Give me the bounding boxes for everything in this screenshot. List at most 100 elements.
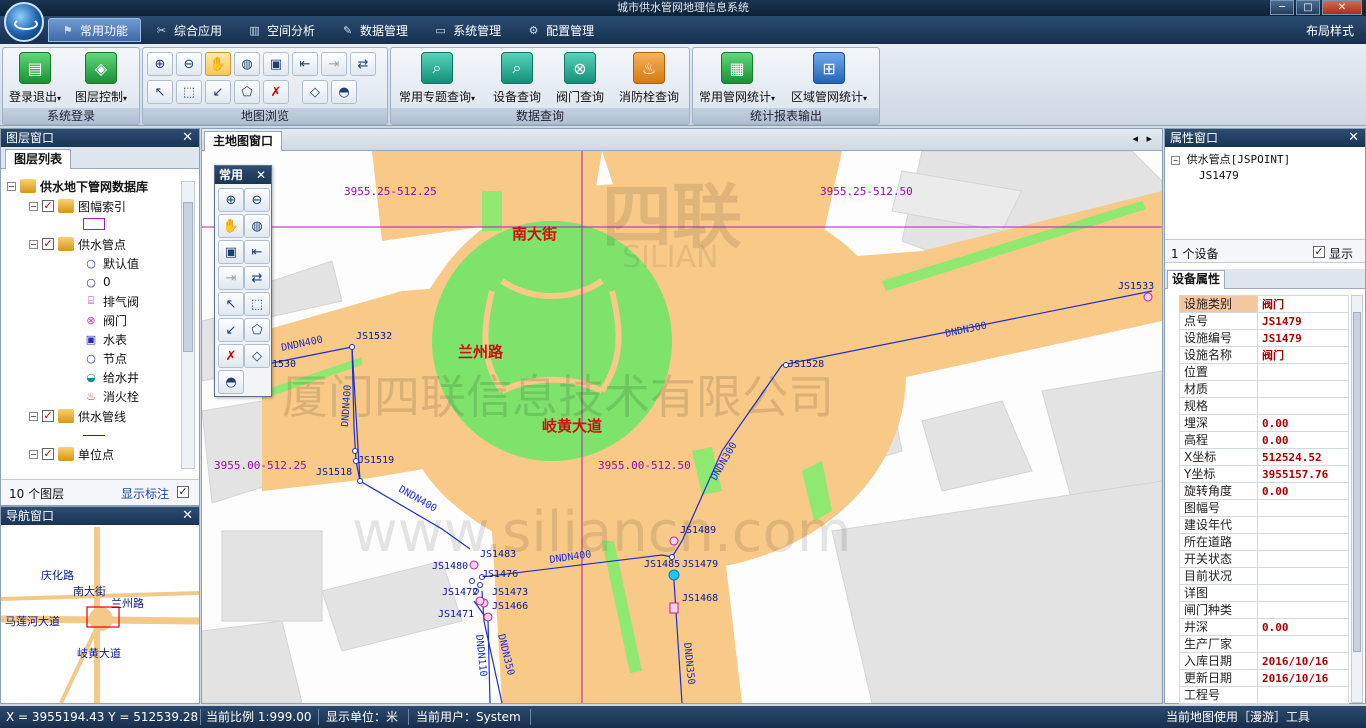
measure-distance-icon[interactable]: ◇: [302, 80, 328, 104]
property-row[interactable]: 开关状态: [1179, 550, 1349, 568]
property-row[interactable]: 目前状况: [1179, 567, 1349, 585]
close-icon[interactable]: ✕: [256, 166, 266, 184]
property-value[interactable]: [1257, 516, 1349, 534]
previous-view-icon[interactable]: ⇤: [244, 240, 270, 264]
hydrant-query-button[interactable]: ♨ 消防栓查询: [619, 52, 679, 105]
layer-lines[interactable]: − ✓ 供水管线: [29, 407, 126, 425]
property-row[interactable]: 埋深 0.00: [1179, 414, 1349, 432]
tab-device-properties[interactable]: 设备属性: [1167, 270, 1226, 289]
property-scrollbar[interactable]: [1351, 295, 1363, 703]
select-arrow-icon[interactable]: ↖: [218, 292, 244, 316]
property-value[interactable]: 阀门: [1257, 295, 1349, 313]
property-value[interactable]: [1257, 601, 1349, 619]
overview-map[interactable]: 庆化路 南大街 兰州路 马莲河大道 岐黄大道: [1, 527, 199, 703]
property-row[interactable]: 生产厂家: [1179, 635, 1349, 653]
refresh-icon[interactable]: ⇄: [244, 266, 270, 290]
region-network-stats-button[interactable]: ⊞ 区域管网统计▾: [791, 52, 867, 105]
close-icon[interactable]: ✕: [182, 507, 193, 525]
device-query-button[interactable]: ⌕ 设备查询: [493, 52, 541, 105]
box-select-icon[interactable]: ⬚: [176, 80, 202, 104]
tab-prev-icon[interactable]: ◂: [1132, 132, 1138, 145]
logout-button[interactable]: ▤ 登录退出▾: [9, 52, 61, 105]
property-row[interactable]: 工程号: [1179, 686, 1349, 704]
clear-selection-icon[interactable]: ✗: [263, 80, 289, 104]
property-row[interactable]: 详图: [1179, 584, 1349, 602]
full-extent-icon[interactable]: ▣: [218, 240, 244, 264]
property-row[interactable]: 材质: [1179, 380, 1349, 398]
layer-units[interactable]: − ✓ 单位点: [29, 445, 114, 463]
property-value[interactable]: [1257, 380, 1349, 398]
property-value[interactable]: [1257, 635, 1349, 653]
property-row[interactable]: 井深 0.00: [1179, 618, 1349, 636]
property-value[interactable]: JS1479: [1257, 329, 1349, 347]
property-value[interactable]: [1257, 363, 1349, 381]
zoom-in-icon[interactable]: ⊕: [147, 52, 173, 76]
globe-icon[interactable]: ◍: [234, 52, 260, 76]
property-value[interactable]: 3955157.76: [1257, 465, 1349, 483]
pan-hand-icon[interactable]: ✋: [205, 52, 231, 76]
property-row[interactable]: 位置: [1179, 363, 1349, 381]
property-row[interactable]: 点号 JS1479: [1179, 312, 1349, 330]
tab-integrated-apps[interactable]: ✂ 综合应用: [143, 18, 234, 42]
select-arrow-icon[interactable]: ↖: [147, 80, 173, 104]
property-value[interactable]: 0.00: [1257, 414, 1349, 432]
tab-data-management[interactable]: ✎ 数据管理: [329, 18, 420, 42]
tab-main-map[interactable]: 主地图窗口: [204, 131, 283, 151]
property-row[interactable]: 旋转角度 0.00: [1179, 482, 1349, 500]
layout-style-menu[interactable]: 布局样式: [1306, 22, 1354, 39]
property-value[interactable]: 阀门: [1257, 346, 1349, 364]
minimize-button[interactable]: ─: [1270, 0, 1294, 15]
property-row[interactable]: X坐标 512524.52: [1179, 448, 1349, 466]
show-checkbox[interactable]: ✓: [1313, 246, 1325, 258]
polygon-select-icon[interactable]: ⬠: [244, 318, 270, 342]
property-value[interactable]: [1257, 584, 1349, 602]
property-row[interactable]: 入库日期 2016/10/16: [1179, 652, 1349, 670]
zoom-out-icon[interactable]: ⊖: [244, 188, 270, 212]
device-tree-item[interactable]: JS1479: [1171, 169, 1290, 182]
property-value[interactable]: [1257, 567, 1349, 585]
full-extent-icon[interactable]: ▣: [263, 52, 289, 76]
box-select-icon[interactable]: ⬚: [244, 292, 270, 316]
property-value[interactable]: 2016/10/16: [1257, 652, 1349, 670]
property-value[interactable]: [1257, 550, 1349, 568]
line-select-icon[interactable]: ↙: [205, 80, 231, 104]
property-value[interactable]: [1257, 499, 1349, 517]
maximize-button[interactable]: □: [1296, 0, 1320, 15]
next-view-icon[interactable]: ⇥: [321, 52, 347, 76]
layer-points[interactable]: − ✓ 供水管点: [29, 235, 126, 253]
layer-control-button[interactable]: ◈ 图层控制▾: [75, 52, 127, 105]
property-row[interactable]: 设施编号 JS1479: [1179, 329, 1349, 347]
close-button[interactable]: ✕: [1322, 0, 1362, 15]
show-label-checkbox[interactable]: ✓: [177, 486, 189, 498]
property-value[interactable]: JS1479: [1257, 312, 1349, 330]
previous-view-icon[interactable]: ⇤: [292, 52, 318, 76]
property-row[interactable]: 设施名称 阀门: [1179, 346, 1349, 364]
property-row[interactable]: Y坐标 3955157.76: [1179, 465, 1349, 483]
map-svg[interactable]: 3955.25-512.25 3955.25-512.50 3955.00-51…: [202, 151, 1162, 703]
property-value[interactable]: 0.00: [1257, 618, 1349, 636]
globe-icon[interactable]: ◍: [244, 214, 270, 238]
selected-valve-icon[interactable]: [668, 569, 680, 581]
tab-config-management[interactable]: ⚙ 配置管理: [515, 18, 606, 42]
checkbox[interactable]: ✓: [42, 410, 54, 422]
tree-root[interactable]: − 供水地下管网数据库: [7, 177, 148, 195]
zoom-in-icon[interactable]: ⊕: [218, 188, 244, 212]
close-icon[interactable]: ✕: [1348, 129, 1359, 147]
zoom-out-icon[interactable]: ⊖: [176, 52, 202, 76]
map-canvas[interactable]: 3955.25-512.25 3955.25-512.50 3955.00-51…: [202, 151, 1162, 703]
pan-hand-icon[interactable]: ✋: [218, 214, 244, 238]
property-row[interactable]: 建设年代: [1179, 516, 1349, 534]
layer-sheet-index[interactable]: − ✓ 图幅索引: [29, 197, 126, 215]
property-value[interactable]: 512524.52: [1257, 448, 1349, 466]
property-value[interactable]: [1257, 533, 1349, 551]
device-tree-root[interactable]: − 供水管点[JSPOINT]: [1171, 151, 1290, 167]
property-value[interactable]: 0.00: [1257, 431, 1349, 449]
checkbox[interactable]: ✓: [42, 448, 54, 460]
checkbox[interactable]: ✓: [42, 200, 54, 212]
property-value[interactable]: 0.00: [1257, 482, 1349, 500]
checkbox[interactable]: ✓: [42, 238, 54, 250]
property-value[interactable]: 2016/10/16: [1257, 669, 1349, 687]
property-row[interactable]: 所在道路: [1179, 533, 1349, 551]
refresh-icon[interactable]: ⇄: [350, 52, 376, 76]
property-value[interactable]: [1257, 397, 1349, 415]
